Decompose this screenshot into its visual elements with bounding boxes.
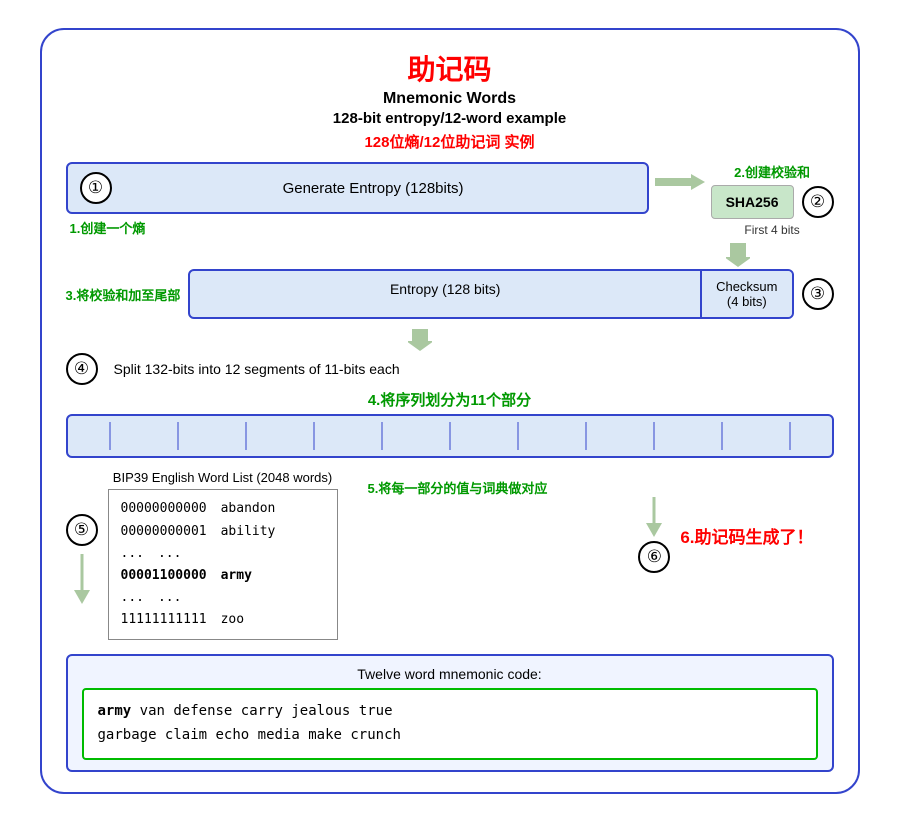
title-cn: 助记码 bbox=[66, 48, 834, 88]
entropy-checksum-bar: Entropy (128 bits) Checksum (4 bits) bbox=[188, 269, 793, 319]
step4-text: Split 132-bits into 12 segments of 11-bi… bbox=[114, 361, 400, 377]
step2-top-label: 2.创建校验和 bbox=[734, 162, 810, 181]
main-container: 助记码 Mnemonic Words 128-bit entropy/12-wo… bbox=[40, 28, 860, 793]
mnemonic-box: army van defense carry jealous true garb… bbox=[82, 688, 818, 760]
bip39-row-1: 00000000000 abandon bbox=[121, 498, 325, 520]
row3: 3.将校验和加至尾部 Entropy (128 bits) Checksum (… bbox=[66, 269, 834, 319]
bip39-row-4: ... ... bbox=[121, 587, 325, 609]
step5-left-col: ⑤ bbox=[66, 470, 98, 609]
step3-label: 3.将校验和加至尾部 bbox=[66, 285, 181, 304]
seg-div bbox=[789, 422, 791, 450]
step5-right-col: 5.将每一部分的值与词典做对应 ⑥ 6.助记码生成了！ bbox=[338, 470, 834, 573]
down-arrow-3 bbox=[72, 554, 92, 609]
step2-area: 2.创建校验和 SHA256 ② First 4 bits bbox=[711, 162, 834, 237]
arrow-down-1 bbox=[66, 243, 834, 267]
bip39-row-zoo: 11111111111 zoo bbox=[121, 609, 325, 631]
seg-div bbox=[245, 422, 247, 450]
bip39-row-2: 00000000001 ability bbox=[121, 521, 325, 543]
seg-div bbox=[177, 422, 179, 450]
entropy-cell: Entropy (128 bits) bbox=[190, 271, 700, 317]
subtitle-en: 128-bit entropy/12-word example bbox=[66, 110, 834, 127]
seg-div bbox=[721, 422, 723, 450]
step4-circle: ④ bbox=[66, 353, 98, 385]
bip39-table-wrap: BIP39 English Word List (2048 words) 000… bbox=[108, 470, 338, 640]
step1-box: ① Generate Entropy (128bits) bbox=[66, 162, 649, 214]
segments-bar bbox=[66, 414, 834, 458]
seg-div bbox=[313, 422, 315, 450]
mnemonic-first-word: army bbox=[98, 703, 132, 719]
step6-circle: ⑥ bbox=[638, 541, 670, 573]
arrow-down-2 bbox=[6, 329, 834, 351]
row4: ④ Split 132-bits into 12 segments of 11-… bbox=[66, 353, 834, 385]
step6-cn-label: 6.助记码生成了！ bbox=[680, 523, 813, 548]
seg-div bbox=[585, 422, 587, 450]
step1-circle: ① bbox=[80, 172, 112, 204]
step5-circle: ⑤ bbox=[66, 514, 98, 546]
arrow-right-1 bbox=[649, 162, 711, 192]
step4-cn-label: 4.将序列划分为11个部分 bbox=[66, 389, 834, 410]
step3-circle: ③ bbox=[802, 278, 834, 310]
step5-cn-label: 5.将每一部分的值与词典做对应 bbox=[368, 478, 834, 497]
seg-div bbox=[517, 422, 519, 450]
bip39-table: 00000000000 abandon 00000000001 ability … bbox=[108, 489, 338, 640]
step1-area: ① Generate Entropy (128bits) 1.创建一个熵 bbox=[66, 162, 649, 237]
step2-circle: ② bbox=[802, 186, 834, 218]
bip39-title: BIP39 English Word List (2048 words) bbox=[113, 470, 332, 485]
seg-div bbox=[381, 422, 383, 450]
seg-div bbox=[109, 422, 111, 450]
output-section: Twelve word mnemonic code: army van defe… bbox=[66, 654, 834, 772]
step6-arrow-circle: ⑥ bbox=[638, 497, 670, 573]
subtitle-cn: 128位熵/12位助记词 实例 bbox=[66, 131, 834, 152]
bip39-row-3: ... ... bbox=[121, 543, 325, 565]
seg-div bbox=[653, 422, 655, 450]
checksum-cell: Checksum (4 bits) bbox=[700, 271, 791, 317]
step6-area: ⑥ 6.助记码生成了！ bbox=[352, 497, 814, 573]
output-label-en: Twelve word mnemonic code: bbox=[82, 666, 818, 682]
mnemonic-rest: van defense carry jealous true garbage c… bbox=[98, 703, 401, 743]
first4bits-label: First 4 bits bbox=[744, 223, 799, 237]
bip39-row-army: 00001100000 army bbox=[121, 565, 325, 587]
output-label-row: Twelve word mnemonic code: bbox=[82, 666, 818, 682]
seg-div bbox=[449, 422, 451, 450]
title-en: Mnemonic Words bbox=[66, 90, 834, 108]
step1-label: Generate Entropy (128bits) bbox=[112, 180, 635, 197]
bip39-section: ⑤ BIP39 English Word List (2048 words) 0… bbox=[66, 470, 834, 640]
step3-circle-area: ③ bbox=[802, 278, 834, 310]
sha256-box: SHA256 bbox=[711, 185, 794, 219]
step1-footnote: 1.创建一个熵 bbox=[70, 218, 146, 237]
